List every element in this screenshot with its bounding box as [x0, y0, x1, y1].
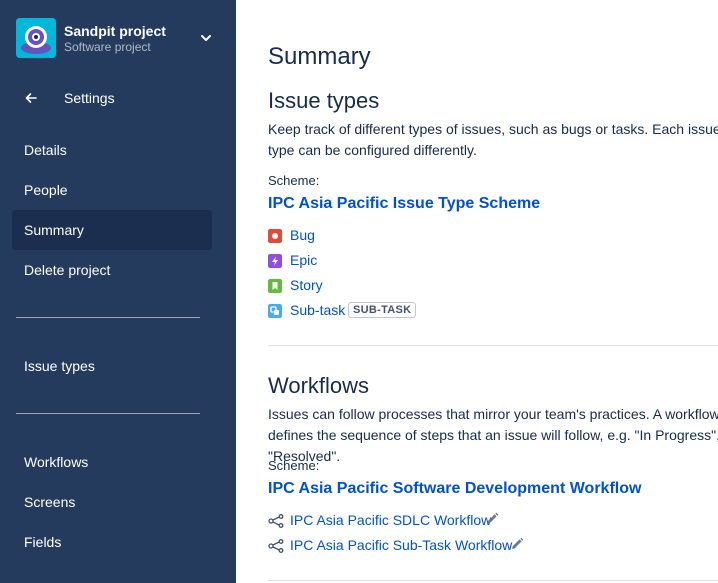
sidebar-item-label: Screens: [24, 494, 76, 510]
issue-type-scheme-label: Scheme:: [268, 173, 320, 188]
workflows-heading: Workflows: [268, 373, 370, 398]
issue-type-label[interactable]: Bug: [290, 227, 315, 243]
sidebar-item-label: Workflows: [24, 454, 89, 470]
epic-icon: [268, 254, 282, 268]
back-label: Settings: [64, 90, 115, 106]
sidebar-item-people[interactable]: People: [12, 170, 212, 210]
sidebar-item-label: Fields: [24, 534, 62, 550]
project-sidebar: Sandpit project Software project Setting…: [0, 0, 236, 583]
subtask-icon: [268, 304, 282, 318]
story-icon: [268, 279, 282, 293]
pencil-icon[interactable]: [510, 537, 524, 551]
project-avatar: [16, 18, 56, 58]
project-type: Software project: [64, 40, 151, 54]
pencil-icon[interactable]: [485, 512, 499, 526]
main-content: Summary Issue types Keep track of differ…: [236, 0, 718, 583]
arrow-left-icon: [25, 93, 37, 103]
sidebar-item-fields[interactable]: Fields: [12, 522, 212, 562]
section-divider: [268, 580, 718, 581]
issue-types-description: Keep track of different types of issues,…: [268, 121, 718, 158]
sidebar-item-delete-project[interactable]: Delete project: [12, 250, 212, 290]
page-title: Summary: [268, 43, 371, 70]
sidebar-item-label: Summary: [24, 222, 84, 238]
sidebar-item-screens[interactable]: Screens: [12, 482, 212, 522]
sidebar-item-summary[interactable]: Summary: [12, 210, 212, 250]
section-divider: [268, 345, 718, 346]
workflow-icon: [268, 514, 284, 528]
sidebar-item-label: Issue types: [24, 358, 95, 374]
subtask-badge: SUB-TASK: [348, 302, 417, 318]
issue-type-scheme-link[interactable]: IPC Asia Pacific Issue Type Scheme: [268, 195, 540, 213]
workflow-link[interactable]: IPC Asia Pacific SDLC Workflow: [290, 512, 491, 528]
sidebar-item-label: Delete project: [24, 262, 111, 278]
sidebar-divider: [16, 413, 200, 414]
sidebar-item-label: People: [24, 182, 68, 198]
project-name: Sandpit project: [64, 23, 166, 39]
chevron-down-icon[interactable]: [198, 30, 214, 46]
project-avatar-icon: [16, 18, 56, 58]
sidebar-item-details[interactable]: Details: [12, 130, 212, 170]
issue-types-heading: Issue types: [268, 88, 380, 113]
issue-type-label[interactable]: Sub-task: [290, 302, 345, 318]
workflows-description: Issues can follow processes that mirror …: [268, 406, 718, 464]
sidebar-item-workflows[interactable]: Workflows: [12, 442, 212, 482]
bug-icon: [268, 229, 282, 243]
sidebar-item-issue-types[interactable]: Issue types: [12, 346, 212, 386]
workflow-scheme-link[interactable]: IPC Asia Pacific Software Development Wo…: [268, 480, 641, 498]
issue-type-label[interactable]: Epic: [290, 252, 317, 268]
project-switcher[interactable]: Sandpit project Software project: [16, 18, 220, 58]
workflow-scheme-label: Scheme:: [268, 458, 320, 473]
sidebar-divider: [16, 317, 200, 318]
issue-type-label[interactable]: Story: [290, 277, 323, 293]
sidebar-item-label: Details: [24, 142, 67, 158]
workflow-icon: [268, 539, 284, 553]
workflow-link[interactable]: IPC Asia Pacific Sub-Task Workflow: [290, 537, 512, 553]
